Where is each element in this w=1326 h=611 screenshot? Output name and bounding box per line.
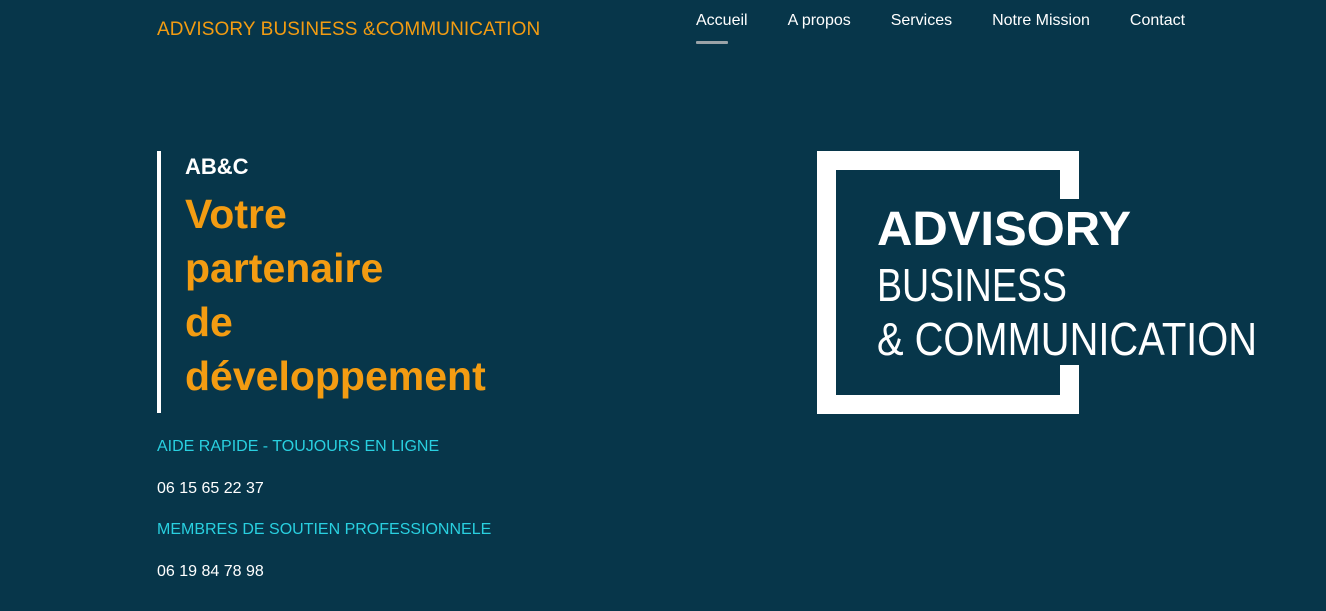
page: ADVISORY BUSINESS &COMMUNICATION Accueil… xyxy=(0,0,1326,611)
brand-link[interactable]: ADVISORY BUSINESS &COMMUNICATION xyxy=(157,19,540,41)
main-nav: Accueil A propos Services Notre Mission … xyxy=(696,12,1225,44)
help-label: AIDE RAPIDE - TOUJOURS EN LIGNE xyxy=(157,438,440,455)
nav-item-contact[interactable]: Contact xyxy=(1130,12,1185,44)
nav-item-notre-mission[interactable]: Notre Mission xyxy=(992,12,1090,44)
hero-block: AB&C Votre partenaire de développement xyxy=(157,151,486,413)
logo-graphic: ADVISORY BUSINESS & COMMUNICATION xyxy=(817,151,1257,414)
hero-kicker: AB&C xyxy=(185,154,249,179)
hero-title: Votre partenaire de développement xyxy=(185,187,486,403)
hero-title-line: partenaire xyxy=(185,245,384,291)
logo-line-2: BUSINESS xyxy=(877,259,1067,311)
members-label: MEMBRES DE SOUTIEN PROFESSIONNELE xyxy=(157,521,492,538)
company-logo: ADVISORY BUSINESS & COMMUNICATION xyxy=(817,151,1267,414)
hero-title-line: Votre xyxy=(185,191,287,237)
logo-line-1: ADVISORY xyxy=(877,203,1131,256)
logo-line-3: & COMMUNICATION xyxy=(877,313,1257,365)
nav-item-a-propos[interactable]: A propos xyxy=(788,12,851,44)
members-phone: 06 19 84 78 98 xyxy=(157,563,264,580)
nav-item-services[interactable]: Services xyxy=(891,12,952,44)
hero-title-line: développement xyxy=(185,353,486,399)
help-phone: 06 15 65 22 37 xyxy=(157,480,264,497)
hero-title-line: de xyxy=(185,299,233,345)
nav-item-accueil[interactable]: Accueil xyxy=(696,12,748,44)
